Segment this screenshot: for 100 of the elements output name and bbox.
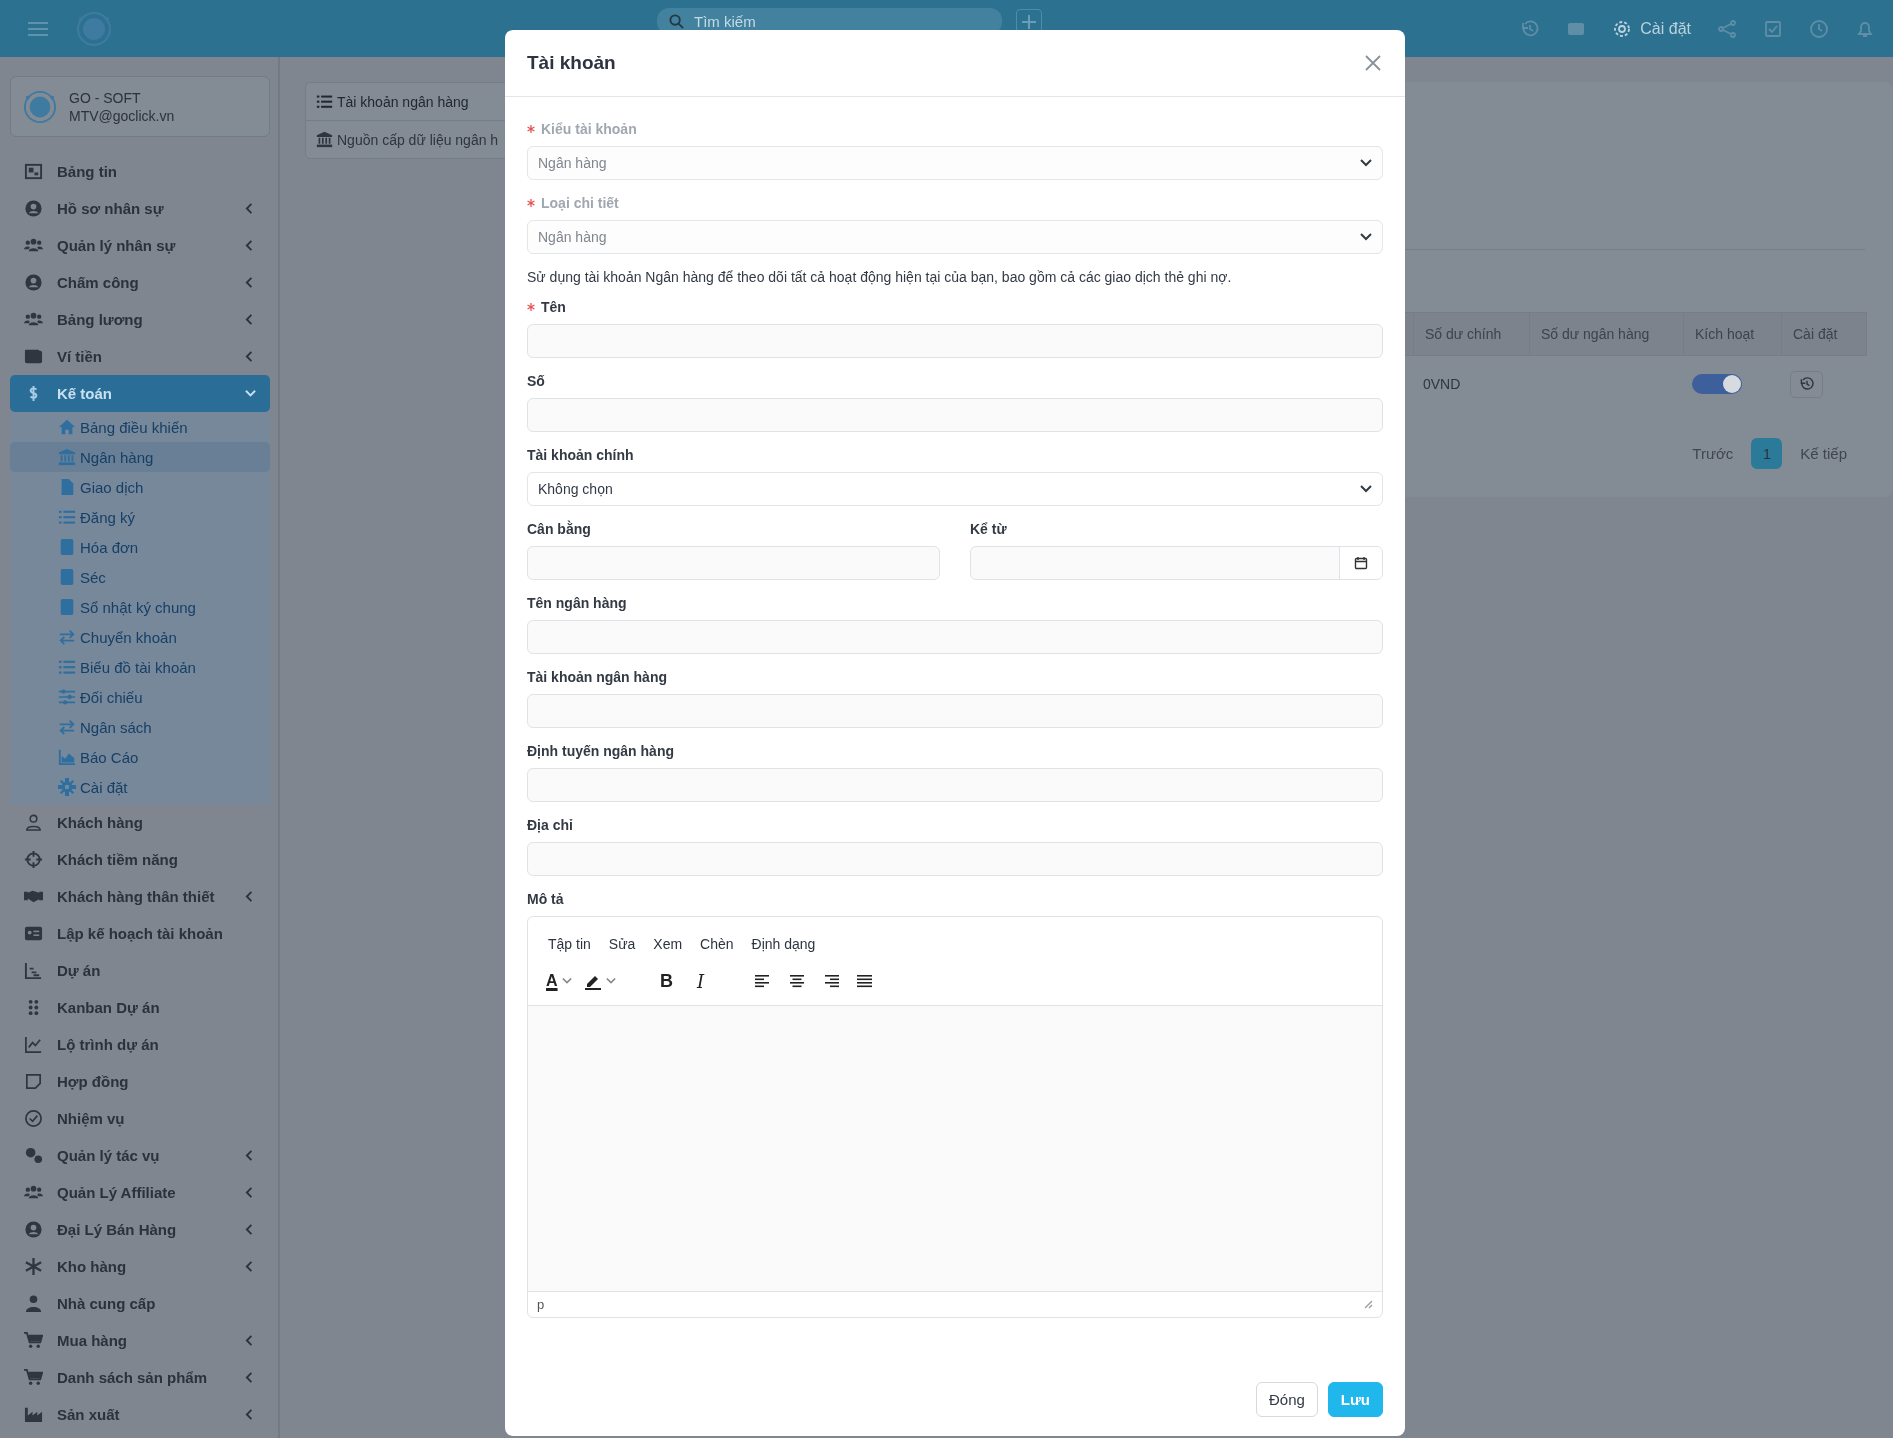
arrows-icon bbox=[58, 628, 76, 646]
field-label: Kể từ bbox=[970, 521, 1007, 537]
sidebar-item[interactable]: Hợp đồng bbox=[10, 1063, 270, 1100]
checkbox-icon[interactable] bbox=[1763, 18, 1783, 39]
sidebar-item[interactable]: Quản Lý Affiliate bbox=[10, 1174, 270, 1211]
editor-menu-item[interactable]: Định dạng bbox=[751, 936, 816, 952]
sidebar-item[interactable]: Kế toán bbox=[10, 375, 270, 412]
sidebar-item[interactable]: Lộ trình dự án bbox=[10, 1026, 270, 1063]
chevron-icon bbox=[605, 976, 616, 986]
submenu-item[interactable]: Báo Cáo bbox=[10, 742, 270, 772]
sidebar-item[interactable]: Lập kế hoạch tài khoản bbox=[10, 915, 270, 952]
person-icon bbox=[24, 813, 43, 832]
sidebar-item[interactable]: Dự án bbox=[10, 952, 270, 989]
sidebar-item[interactable]: Khách tiềm năng bbox=[10, 841, 270, 878]
editor-menu-item[interactable]: Tập tin bbox=[548, 936, 591, 952]
submenu-item[interactable]: Hóa đơn bbox=[10, 532, 270, 562]
clock-icon[interactable] bbox=[1809, 18, 1829, 39]
input-field[interactable] bbox=[527, 324, 1383, 358]
sidebar-item[interactable]: Khách hàng bbox=[10, 804, 270, 841]
submenu-item[interactable]: Bảng điều khiển bbox=[10, 412, 270, 442]
sidebar-item[interactable]: Ví tiền bbox=[10, 338, 270, 375]
input-field[interactable] bbox=[527, 768, 1383, 802]
sidebar-item[interactable]: Khách hàng thân thiết bbox=[10, 878, 270, 915]
submenu-item[interactable]: Sổ nhật ký chung bbox=[10, 592, 270, 622]
sidebar-item[interactable]: Bảng lương bbox=[10, 301, 270, 338]
field-label: Định tuyến ngân hàng bbox=[527, 743, 674, 759]
bold-button[interactable]: B bbox=[651, 967, 682, 995]
bank-icon bbox=[58, 448, 76, 466]
sidebar-item[interactable]: Nhiệm vụ bbox=[10, 1100, 270, 1137]
settings-button[interactable]: Cài đặt bbox=[1612, 18, 1691, 39]
calendar-button[interactable] bbox=[1339, 547, 1382, 579]
sidebar-item[interactable]: Chấm công bbox=[10, 264, 270, 301]
settings-icon[interactable] bbox=[1612, 18, 1633, 39]
user-email: MTV@goclick.vn bbox=[69, 107, 175, 124]
active-toggle[interactable] bbox=[1692, 374, 1742, 394]
submenu-item[interactable]: Đối chiếu bbox=[10, 682, 270, 712]
axis-chart-icon bbox=[24, 961, 43, 980]
profile-card[interactable]: GO - SOFT MTV@goclick.vn bbox=[10, 76, 270, 137]
sidebar-item[interactable]: Nhà cung cấp bbox=[10, 1285, 270, 1322]
submenu-item[interactable]: Đăng ký bbox=[10, 502, 270, 532]
submenu-item[interactable]: Séc bbox=[10, 562, 270, 592]
close-dialog-button[interactable]: Đóng bbox=[1255, 1382, 1318, 1417]
field-label: Tài khoản ngân hàng bbox=[527, 669, 667, 685]
sidebar-item[interactable]: Hồ sơ nhân sự bbox=[10, 190, 270, 227]
chevron-icon bbox=[561, 976, 572, 986]
bank-icon bbox=[316, 131, 333, 148]
calendar-icon bbox=[1354, 556, 1368, 570]
column-header: Kích hoạt bbox=[1683, 313, 1781, 355]
select-field[interactable]: Không chọn bbox=[527, 472, 1383, 506]
input-field[interactable] bbox=[527, 694, 1383, 728]
input-field[interactable] bbox=[527, 842, 1383, 876]
history-button[interactable] bbox=[1790, 370, 1823, 398]
input-field[interactable] bbox=[527, 620, 1383, 654]
sidebar-item[interactable]: Sản xuất bbox=[10, 1396, 270, 1433]
share-icon[interactable] bbox=[1717, 18, 1737, 39]
field-label: Loại chi tiết bbox=[541, 195, 619, 211]
italic-button[interactable]: I bbox=[685, 967, 716, 995]
sidebar-item[interactable]: Danh sách sản phẩm bbox=[10, 1359, 270, 1396]
person-solid-icon bbox=[24, 1294, 43, 1313]
sidebar-item[interactable]: Quản lý nhân sự bbox=[10, 227, 270, 264]
sidebar-item[interactable]: Kho hàng bbox=[10, 1248, 270, 1285]
field-label: Mô tả bbox=[527, 891, 564, 907]
save-button[interactable]: Lưu bbox=[1327, 1382, 1383, 1417]
submenu-item[interactable]: Ngân hàng bbox=[10, 442, 270, 472]
resize-handle-icon[interactable] bbox=[1364, 1300, 1373, 1309]
sidebar-item[interactable]: Đại Lý Bán Hàng bbox=[10, 1211, 270, 1248]
column-header: Số dư chính bbox=[1413, 313, 1529, 355]
book-icon bbox=[58, 598, 76, 616]
submenu-item[interactable]: Ngân sách bbox=[10, 712, 270, 742]
editor-menu-item[interactable]: Chèn bbox=[700, 936, 734, 952]
close-button[interactable] bbox=[1363, 53, 1383, 73]
rich-text-editor[interactable]: Tập tin Sửa Xem Chèn Định dạng A B I p bbox=[527, 916, 1383, 1318]
sidebar-item[interactable]: Bảng tin bbox=[10, 153, 270, 190]
sidebar-item[interactable]: Mua hàng bbox=[10, 1322, 270, 1359]
editor-menu-item[interactable]: Sửa bbox=[608, 936, 636, 952]
submenu-item[interactable]: Cài đặt bbox=[10, 772, 270, 802]
submenu-item[interactable]: Giao dịch bbox=[10, 472, 270, 502]
submenu-item[interactable]: Biểu đồ tài khoản bbox=[10, 652, 270, 682]
text-color-button[interactable]: A bbox=[542, 967, 576, 995]
field-label: Tên bbox=[541, 299, 566, 315]
cart-icon bbox=[24, 1331, 43, 1350]
table-cell-text: 0VND bbox=[1422, 376, 1462, 392]
input-field[interactable] bbox=[527, 398, 1383, 432]
area-chart-icon bbox=[58, 748, 76, 766]
submenu-item[interactable]: Chuyển khoản bbox=[10, 622, 270, 652]
next-link[interactable]: Kế tiếp bbox=[1800, 445, 1847, 462]
editor-menu-item[interactable]: Xem bbox=[653, 936, 683, 952]
crosshair-icon bbox=[24, 850, 43, 869]
sidebar-item[interactable]: Quản lý tác vụ bbox=[10, 1137, 270, 1174]
menu-icon[interactable] bbox=[28, 20, 48, 37]
page-button[interactable]: 1 bbox=[1751, 438, 1783, 469]
bank-menu-item[interactable]: Tài khoản ngân hàng bbox=[306, 83, 534, 120]
previous-link[interactable]: Trước bbox=[1692, 445, 1734, 462]
house-icon bbox=[58, 418, 76, 436]
sidebar-item[interactable]: Kanban Dự án bbox=[10, 989, 270, 1026]
justify-icon bbox=[855, 972, 874, 990]
input-field[interactable] bbox=[527, 546, 940, 580]
history-icon[interactable] bbox=[1520, 18, 1541, 39]
date-field[interactable] bbox=[970, 546, 1383, 580]
history-icon bbox=[1798, 376, 1815, 392]
